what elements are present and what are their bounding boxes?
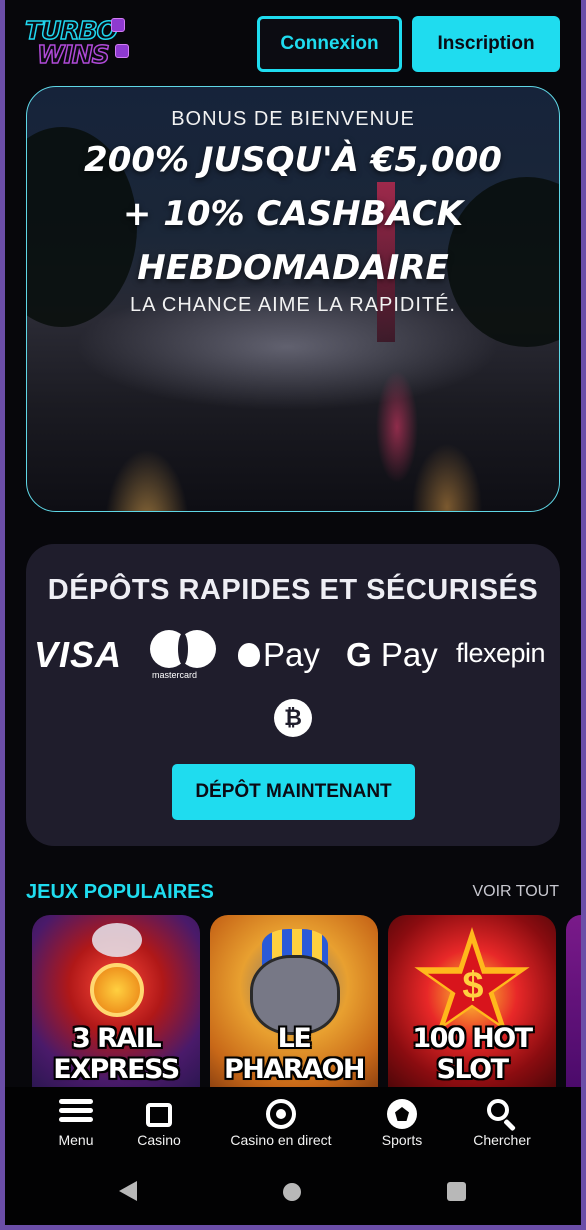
google-g-icon: G (346, 636, 372, 673)
bonus-title-line3: HEBDOMADAIRE (137, 248, 449, 288)
nav-live-casino-label: Casino en direct (230, 1132, 332, 1148)
deposit-title: DÉPÔTS RAPIDES ET SÉCURISÉS (47, 574, 539, 606)
bonus-tagline: LA CHANCE AIME LA RAPIDITÉ. (130, 294, 456, 316)
signup-button[interactable]: Inscription (412, 16, 560, 72)
home-icon[interactable] (283, 1183, 301, 1201)
nav-menu[interactable]: Menu (27, 1087, 125, 1157)
game-title: 3 RAIL EXPRESS (53, 1023, 180, 1085)
nav-sports-label: Sports (381, 1132, 423, 1148)
casino-chip-icon (266, 1099, 296, 1129)
menu-icon (59, 1099, 93, 1127)
system-navigation-bar (5, 1157, 581, 1225)
nav-casino-label: Casino (137, 1132, 181, 1148)
game-title: LE PHARAOH (223, 1023, 366, 1085)
search-icon (487, 1099, 517, 1132)
header: TURBO WINS Connexion Inscription (5, 0, 581, 84)
welcome-bonus-banner[interactable]: BONUS DE BIENVENUE 200% JUSQU'À €5,000 +… (26, 86, 560, 512)
dice-icon (115, 44, 129, 58)
app-screen: TURBO WINS Connexion Inscription BONUS D… (5, 0, 581, 1225)
game-tile-100-hot-slot[interactable]: $ 100 HOT SLOT (388, 915, 556, 1091)
deposit-card: DÉPÔTS RAPIDES ET SÉCURISÉS VISA masterc… (26, 544, 560, 846)
bottom-navigation: Menu Casino Casino en direct Sports Cher… (5, 1087, 581, 1157)
dice-icon (111, 18, 125, 32)
see-all-link[interactable]: VOIR TOUT (472, 883, 559, 901)
back-icon[interactable] (119, 1181, 137, 1201)
recent-apps-icon[interactable] (447, 1182, 466, 1201)
logo-line2: WINS (36, 40, 110, 69)
game-tile-partial[interactable] (566, 915, 581, 1091)
game-tile-le-pharaoh[interactable]: LE PHARAOH (210, 915, 378, 1091)
popular-games-heading: JEUX POPULAIRES (26, 881, 214, 903)
apple-pay-logo: Pay (238, 636, 320, 674)
bonus-title-line1: 200% JUSQU'À €5,000 (84, 140, 502, 180)
turbo-wins-logo[interactable]: TURBO WINS (24, 14, 133, 74)
game-title: 100 HOT SLOT (412, 1023, 533, 1085)
login-button[interactable]: Connexion (257, 16, 402, 72)
game-tile-3-rail-express[interactable]: 3 RAIL EXPRESS (32, 915, 200, 1091)
mastercard-label: mastercard (152, 670, 198, 680)
nav-sports[interactable]: Sports (357, 1087, 447, 1157)
bonus-title-line2: + 10% CASHBACK (122, 194, 464, 234)
nav-search-label: Chercher (473, 1132, 531, 1148)
apple-icon (238, 643, 260, 667)
bitcoin-icon: ₿ (274, 699, 312, 737)
nav-search[interactable]: Chercher (457, 1087, 547, 1157)
dollar-icon: $ (462, 965, 484, 1007)
nav-casino[interactable]: Casino (115, 1087, 203, 1157)
steam-graphic (92, 923, 142, 957)
mastercard-logo: mastercard (150, 630, 218, 682)
nav-menu-label: Menu (58, 1132, 94, 1148)
diamond-gem-graphic (90, 963, 144, 1017)
google-pay-label: Pay (380, 636, 438, 673)
apple-pay-label: Pay (263, 636, 320, 673)
soccer-ball-icon (387, 1099, 417, 1129)
visa-logo: VISA (34, 634, 123, 675)
nav-live-casino[interactable]: Casino en direct (221, 1087, 341, 1157)
google-pay-logo: G Pay (346, 636, 438, 674)
slot-machine-icon (146, 1103, 172, 1127)
deposit-now-button[interactable]: DÉPÔT MAINTENANT (172, 764, 415, 820)
flexepin-logo: flexepin (456, 638, 546, 668)
bonus-pretitle: BONUS DE BIENVENUE (171, 108, 415, 130)
